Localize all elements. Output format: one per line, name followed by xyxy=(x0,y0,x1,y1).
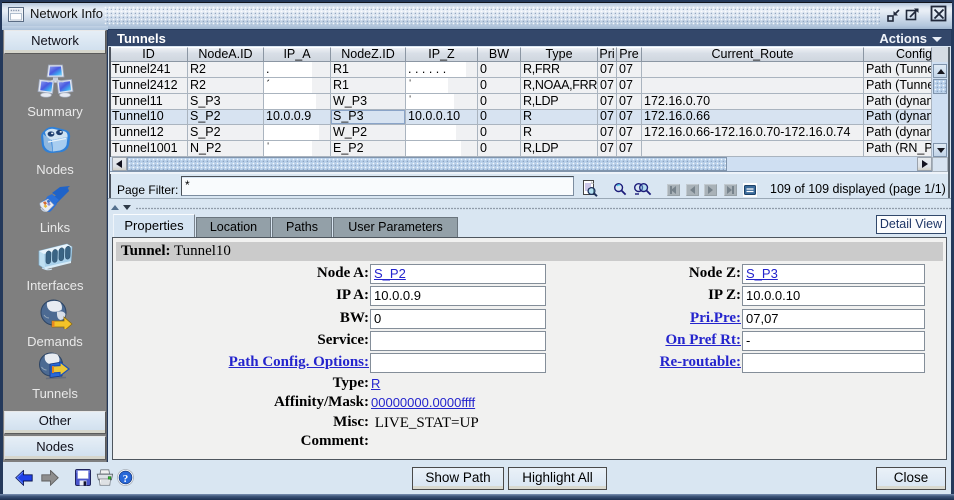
svg-text:?: ? xyxy=(123,473,129,485)
